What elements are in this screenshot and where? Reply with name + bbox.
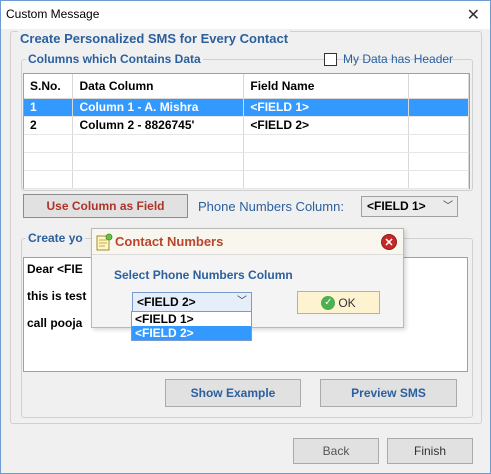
dropdown-option-highlighted[interactable]: <FIELD 2> (132, 326, 251, 340)
column-header-field-name[interactable]: Field Name (243, 74, 410, 99)
chevron-down-icon[interactable]: ﹀ (237, 293, 247, 311)
custom-message-window: Custom Message ✕ Create Personalized SMS… (0, 0, 491, 474)
table-row-empty (24, 134, 469, 153)
cell-blank (408, 116, 469, 135)
window-title: Custom Message (6, 7, 100, 21)
dropdown-selected-value: <FIELD 2> (137, 295, 196, 309)
table-row[interactable]: 1 Column 1 - A. Mishra <FIELD 1> (24, 98, 469, 117)
cell-sno: 2 (24, 116, 74, 135)
table-row-empty (24, 170, 469, 189)
header-checkbox[interactable] (324, 53, 337, 66)
title-bar: Custom Message ✕ (1, 1, 490, 29)
columns-group-legend: Columns which Contains Data (26, 52, 203, 66)
dropdown-options-list[interactable]: <FIELD 1> <FIELD 2> (131, 311, 252, 341)
column-header-blank (408, 74, 469, 99)
close-circle-icon[interactable]: ✕ (381, 234, 397, 250)
table-row-empty (24, 152, 469, 171)
column-header-sno[interactable]: S.No. (24, 74, 74, 99)
ok-label: OK (338, 295, 356, 310)
columns-table[interactable]: S.No. Data Column Field Name 1 Column 1 … (23, 73, 470, 189)
cell-blank (408, 98, 469, 117)
cell-data-column: Column 2 - 8826745' (72, 116, 245, 135)
phone-numbers-column-select[interactable]: <FIELD 1> ﹀ (361, 196, 458, 217)
cell-sno: 1 (24, 98, 74, 117)
phone-column-dropdown[interactable]: <FIELD 2> ﹀ (132, 292, 252, 312)
phone-numbers-column-label: Phone Numbers Column: (198, 199, 344, 214)
show-example-button[interactable]: Show Example (165, 379, 301, 407)
check-circle-icon: ✓ (321, 295, 336, 310)
create-message-legend: Create yo (26, 231, 85, 245)
cell-data-column: Column 1 - A. Mishra (72, 98, 245, 117)
header-checkbox-label[interactable]: My Data has Header (343, 52, 453, 66)
dropdown-option[interactable]: <FIELD 1> (132, 312, 251, 326)
use-column-as-field-button[interactable]: Use Column as Field (23, 194, 188, 218)
phone-numbers-selected-value: <FIELD 1> (367, 199, 426, 213)
cell-field-name: <FIELD 2> (243, 116, 410, 135)
cell-field-name: <FIELD 1> (243, 98, 410, 117)
chevron-down-icon[interactable]: ﹀ (443, 197, 453, 216)
back-button[interactable]: Back (293, 438, 379, 464)
main-group-legend: Create Personalized SMS for Every Contac… (18, 31, 291, 46)
ok-button[interactable]: ✓ OK (297, 291, 380, 314)
dialog-title: Contact Numbers (115, 234, 224, 249)
preview-sms-button[interactable]: Preview SMS (320, 379, 457, 407)
column-header-data-column[interactable]: Data Column (72, 74, 245, 99)
notepad-icon (96, 233, 113, 251)
close-icon[interactable]: ✕ (467, 5, 480, 25)
dialog-title-bar: Contact Numbers ✕ (92, 229, 403, 255)
table-row[interactable]: 2 Column 2 - 8826745' <FIELD 2> (24, 116, 469, 135)
dialog-prompt: Select Phone Numbers Column (114, 268, 293, 282)
finish-button[interactable]: Finish (387, 438, 473, 464)
